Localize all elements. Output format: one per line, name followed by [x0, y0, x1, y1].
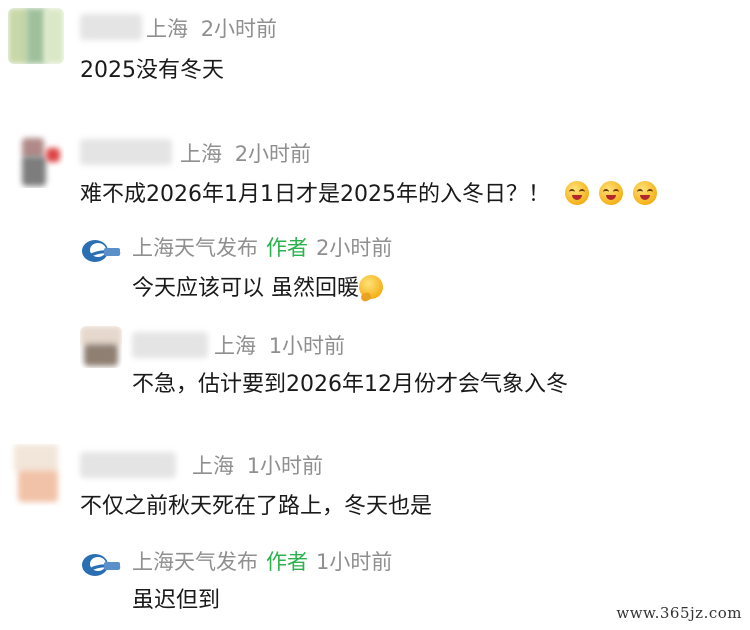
- comment-meta: 上海 2小时前: [180, 138, 311, 168]
- timestamp: 2小时前: [234, 142, 312, 166]
- laugh-cry-emoji-icon: [564, 181, 589, 205]
- timestamp: 2小时前: [316, 236, 393, 260]
- avatar[interactable]: [8, 8, 64, 64]
- location: 上海: [192, 454, 234, 478]
- comment-text[interactable]: 难不成2026年1月1日才是2025年的入冬日？！: [80, 176, 657, 208]
- timestamp: 1小时前: [246, 454, 324, 478]
- author-name[interactable]: 上海天气发布: [132, 236, 258, 260]
- author-name[interactable]: 上海天气发布: [132, 550, 258, 574]
- avatar[interactable]: [80, 326, 122, 368]
- username-redacted[interactable]: [80, 452, 176, 478]
- comment-text[interactable]: 不仅之前秋天死在了路上，冬天也是: [80, 488, 432, 520]
- reply-text[interactable]: 今天应该可以 虽然回暖: [132, 270, 383, 302]
- reply-meta: 上海 1小时前: [214, 330, 345, 360]
- laugh-cry-emoji-icon: [598, 181, 623, 205]
- author-badge: 作者: [266, 236, 308, 260]
- laugh-cry-emoji-icon: [632, 181, 657, 205]
- username-redacted[interactable]: [80, 14, 142, 40]
- username-redacted[interactable]: [132, 332, 208, 358]
- shanghai-weather-logo-icon[interactable]: [80, 236, 122, 264]
- timestamp: 1小时前: [268, 334, 346, 358]
- location: 上海: [180, 142, 222, 166]
- avatar[interactable]: [8, 132, 64, 188]
- location: 上海: [146, 17, 188, 41]
- username-redacted[interactable]: [80, 139, 172, 165]
- comment-meta: 上海 2小时前: [146, 13, 277, 43]
- reply-meta: 上海天气发布 作者 2小时前: [132, 232, 392, 262]
- reply-text[interactable]: 不急，估计要到2026年12月份才会气象入冬: [132, 366, 568, 398]
- comment-meta: 上海 1小时前: [192, 450, 323, 480]
- timestamp: 1小时前: [316, 550, 393, 574]
- avatar[interactable]: [8, 444, 64, 506]
- thinking-emoji-icon: [359, 275, 383, 299]
- reply-meta: 上海天气发布 作者 1小时前: [132, 546, 392, 576]
- reply-text[interactable]: 虽迟但到: [132, 582, 220, 614]
- reply-text-content: 今天应该可以 虽然回暖: [132, 276, 359, 301]
- comment-text-content: 难不成2026年1月1日才是2025年的入冬日？！: [80, 182, 550, 207]
- shanghai-weather-logo-icon[interactable]: [80, 550, 122, 578]
- timestamp: 2小时前: [200, 17, 278, 41]
- author-badge: 作者: [266, 550, 308, 574]
- location: 上海: [214, 334, 256, 358]
- watermark: www.365jz.com: [616, 604, 742, 622]
- comment-text[interactable]: 2025没有冬天: [80, 52, 224, 84]
